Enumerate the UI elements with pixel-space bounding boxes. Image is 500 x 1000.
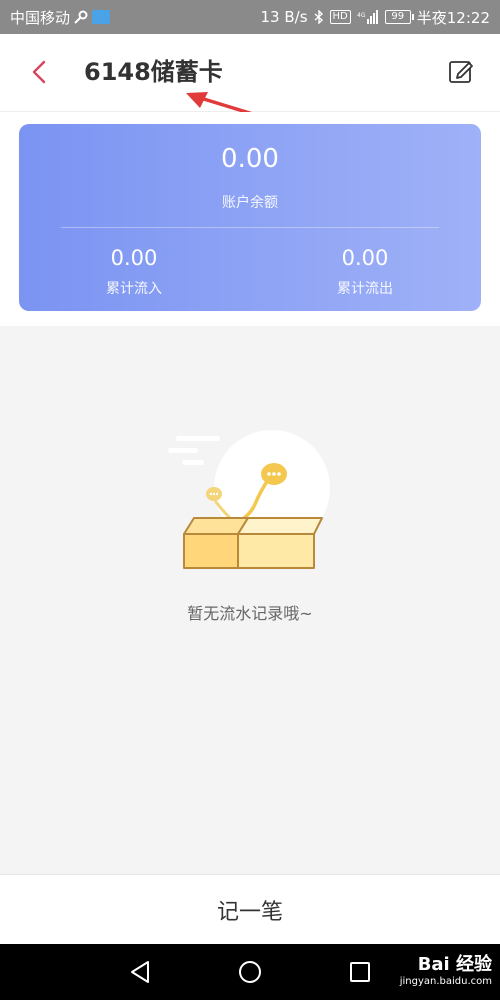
clock: 半夜12:22 (416, 8, 490, 27)
nav-back-icon[interactable] (126, 958, 154, 986)
app-icon (92, 10, 111, 24)
battery-icon: 99 (384, 10, 414, 24)
balance-card: 0.00 账户余额 0.00 累计流入 0.00 累计流出 (19, 124, 481, 311)
nav-recent-icon[interactable] (346, 958, 374, 986)
status-right: 13 B/s HD 4G 99 半夜12:22 (261, 7, 490, 28)
watermark-main: Bai 经验 (417, 954, 492, 975)
summary-section: 0.00 账户余额 0.00 累计流入 0.00 累计流出 (0, 112, 500, 326)
watermark-sub: jingyan.baidu.com (399, 976, 492, 987)
outflow-label: 累计流出 (337, 281, 393, 297)
system-nav-bar: Bai 经验 jingyan.baidu.com (0, 944, 500, 1000)
watermark: Bai 经验 jingyan.baidu.com (400, 950, 492, 987)
card-divider (61, 227, 439, 228)
empty-box-illustration (168, 430, 330, 569)
empty-state-text: 暂无流水记录哦~ (187, 604, 313, 623)
outflow-value: 0.00 (341, 246, 389, 270)
carrier-name: 中国移动 (10, 8, 71, 27)
inflow-label: 累计流入 (106, 281, 162, 297)
bottom-action-bar: 记一笔 (0, 874, 500, 944)
status-left: 中国移动 (10, 7, 111, 28)
outflow-stat: 0.00 累计流出 (275, 246, 455, 298)
page-title: 6148储蓄卡 (84, 58, 223, 86)
nav-home-icon[interactable] (236, 958, 264, 986)
inflow-value: 0.00 (110, 246, 158, 270)
key-icon (74, 10, 88, 24)
signal-icon: 4G (357, 10, 378, 24)
record-button[interactable]: 记一笔 (0, 875, 500, 944)
svg-text:4G: 4G (357, 12, 366, 19)
status-bar: 中国移动 13 B/s HD 4G 99 半夜12:22 (0, 0, 500, 34)
hd-icon: HD (329, 10, 351, 24)
inflow-stat: 0.00 累计流入 (44, 246, 224, 298)
edit-icon[interactable] (448, 58, 474, 84)
balance-value: 0.00 (221, 144, 279, 174)
network-speed: 13 B/s (260, 8, 308, 26)
balance-label: 账户余额 (222, 195, 278, 211)
bluetooth-icon (314, 10, 323, 24)
chevron-left-icon[interactable] (24, 56, 56, 88)
